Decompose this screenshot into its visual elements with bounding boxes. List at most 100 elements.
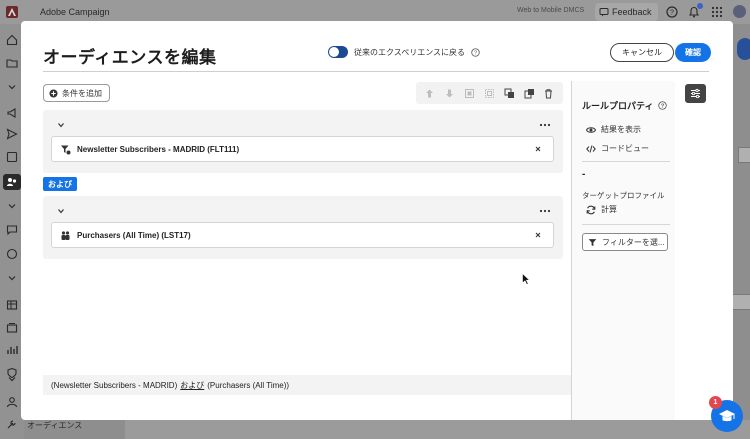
more-icon[interactable] (539, 208, 551, 214)
feedback-label: Feedback (612, 7, 652, 17)
divider (582, 224, 670, 225)
filter-icon (61, 145, 71, 154)
nav-label-audiences[interactable]: オーディエンス (27, 420, 82, 431)
audiences-icon[interactable] (6, 176, 18, 188)
calculate-label: 計算 (601, 205, 617, 214)
legacy-experience-toggle-group: 従来のエクスペリエンスに戻る ? (328, 46, 480, 58)
channels-icon[interactable] (6, 151, 18, 163)
group-icon (465, 88, 475, 98)
close-icon[interactable] (534, 231, 542, 239)
rule-summary-part: (Newsletter Subscribers - MADRID) (51, 380, 178, 390)
user-icon[interactable] (6, 396, 18, 408)
chevron-down-icon[interactable] (6, 272, 18, 284)
cards-icon[interactable] (6, 322, 18, 334)
page-title: オーディエンスを編集 (43, 48, 217, 67)
table-icon[interactable] (6, 299, 18, 311)
help-icon[interactable]: ? (471, 47, 480, 57)
more-icon[interactable] (539, 122, 551, 128)
help-notification-badge: 1 (709, 396, 722, 409)
arrow-down-icon (446, 89, 454, 97)
move-down-button[interactable] (444, 87, 456, 99)
select-filter-button[interactable]: フィルターを選... (582, 233, 668, 251)
target-profile-label: ターゲットプロファイル (582, 191, 665, 200)
move-up-button[interactable] (424, 87, 436, 99)
trash-icon (545, 88, 553, 98)
add-condition-button[interactable]: 条件を追加 (43, 84, 110, 102)
copy-icon (524, 88, 534, 98)
background-search-button (730, 294, 750, 310)
filter-icon (588, 238, 597, 246)
tools-icon[interactable] (6, 418, 18, 430)
code-icon (586, 144, 596, 153)
svg-text:?: ? (670, 10, 674, 17)
duplicate-button[interactable] (503, 87, 515, 99)
profile-count: - (582, 169, 586, 180)
sliders-icon (691, 88, 700, 99)
notification-dot (697, 3, 703, 9)
reports-icon[interactable] (6, 344, 18, 356)
group-button[interactable] (464, 87, 476, 99)
chevron-down-icon[interactable] (57, 207, 65, 215)
rule-summary-part: (Purchasers (All Time)) (207, 380, 290, 390)
currency-icon[interactable] (6, 248, 18, 260)
copy-button[interactable] (523, 87, 535, 99)
confirm-button[interactable]: 確認 (675, 43, 711, 62)
chevron-down-icon[interactable] (6, 81, 18, 93)
ungroup-icon (484, 88, 494, 98)
condition-row[interactable]: Purchasers (All Time) (LST17) (51, 222, 554, 248)
chevron-down-icon[interactable] (6, 373, 18, 385)
feedback-button[interactable]: Feedback (595, 3, 658, 21)
chevron-down-icon[interactable] (6, 200, 18, 212)
condition-group: Newsletter Subscribers - MADRID (FLT111) (43, 110, 563, 173)
refresh-icon (586, 205, 596, 214)
rule-summary-operator[interactable]: および (180, 380, 204, 391)
home-icon[interactable] (6, 34, 18, 46)
eye-icon (586, 126, 596, 133)
legacy-experience-toggle[interactable] (328, 46, 348, 58)
select-filter-label: フィルターを選... (602, 237, 665, 247)
rule-properties-title: ルールプロパティ ? (582, 99, 668, 112)
audience-icon (61, 230, 70, 240)
folder-icon[interactable] (6, 57, 18, 69)
properties-toggle-button[interactable] (685, 84, 706, 103)
help-icon[interactable]: ? (658, 101, 668, 110)
code-view-button[interactable]: コードビュー (586, 143, 649, 154)
calculate-button[interactable]: 計算 (586, 204, 617, 215)
cancel-button[interactable]: キャンセル (610, 43, 674, 62)
app-title[interactable]: Adobe Campaign (40, 7, 110, 17)
megaphone-icon[interactable] (6, 107, 18, 119)
condition-row[interactable]: Newsletter Subscribers - MADRID (FLT111) (51, 136, 554, 162)
svg-text:?: ? (474, 50, 477, 56)
condition-group: Purchasers (All Time) (LST17) (43, 196, 563, 259)
and-operator-badge[interactable]: および (43, 177, 77, 191)
send-icon[interactable] (6, 128, 18, 140)
rule-properties-heading: ルールプロパティ (582, 101, 654, 111)
arrow-up-icon (426, 89, 434, 97)
adobe-logo-icon[interactable] (6, 6, 18, 18)
apps-grid-icon[interactable] (711, 6, 723, 18)
legacy-experience-label: 従来のエクスペリエンスに戻る (354, 47, 466, 57)
show-results-button[interactable]: 結果を表示 (586, 124, 641, 135)
condition-label: Newsletter Subscribers - MADRID (FLT111) (77, 144, 240, 154)
condition-label: Purchasers (All Time) (LST17) (77, 230, 191, 240)
rule-builder: 条件を追加 Newsletter Subscribers - MADRID (F… (43, 81, 571, 420)
avatar[interactable] (733, 5, 746, 18)
feedback-icon (599, 8, 609, 17)
background-primary-button (737, 38, 750, 60)
code-view-label: コードビュー (601, 144, 649, 153)
background-input (738, 147, 750, 163)
rule-toolbar (416, 82, 563, 104)
divider (582, 161, 670, 162)
graduation-cap-icon (719, 410, 735, 422)
show-results-label: 結果を表示 (601, 125, 641, 134)
delete-button[interactable] (543, 87, 555, 99)
help-icon[interactable]: ? (666, 6, 678, 18)
ungroup-button[interactable] (483, 87, 495, 99)
close-icon[interactable] (534, 145, 542, 153)
add-circle-icon (49, 88, 58, 98)
chat-icon[interactable] (6, 224, 18, 236)
chevron-down-icon[interactable] (57, 121, 65, 129)
add-condition-label: 条件を追加 (62, 88, 102, 98)
header-divider (43, 71, 709, 72)
org-name[interactable]: Web to Mobile DMCS (517, 7, 584, 14)
